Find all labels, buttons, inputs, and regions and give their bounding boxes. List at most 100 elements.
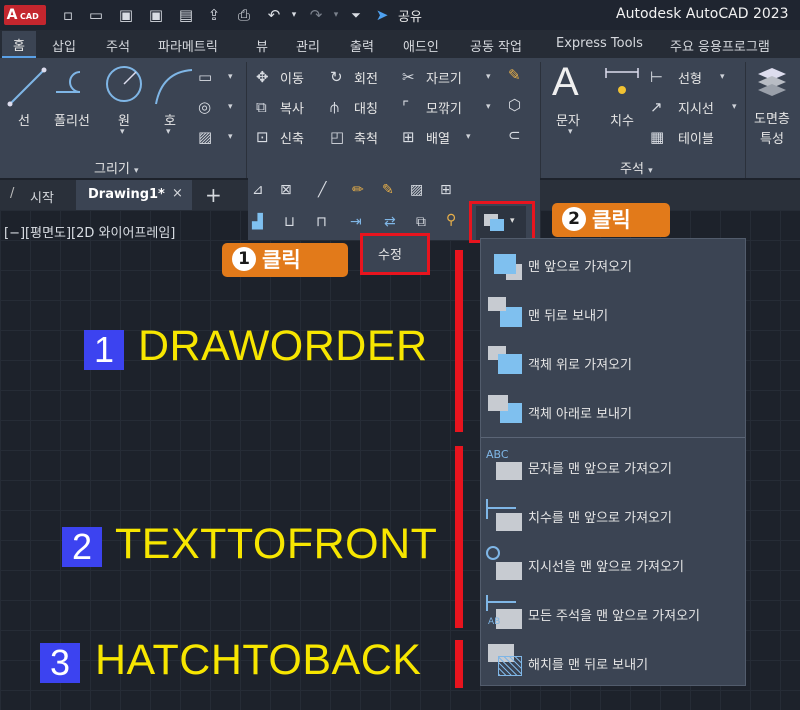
table-tool[interactable]: 테이블 <box>678 128 714 147</box>
set-to-bylayer-icon[interactable]: ⊓ <box>316 214 327 230</box>
text-dropdown-icon[interactable]: ▾ <box>568 127 573 137</box>
layer-properties-label-2[interactable]: 특성 <box>760 128 784 147</box>
menu-item-leader-to-front[interactable]: 지시선을 맨 앞으로 가져오기 <box>486 544 742 588</box>
align-icon[interactable]: ▟ <box>252 214 263 230</box>
trim-icon: ✂ <box>402 68 415 86</box>
chamfer-icon[interactable]: ▨ <box>410 182 423 198</box>
tab-home[interactable]: 홈 <box>2 31 36 58</box>
layer-properties-label-1[interactable]: 도면층 <box>754 108 790 127</box>
linear-tool[interactable]: 선형 <box>678 68 702 87</box>
join-icon[interactable]: ✎ <box>382 182 394 198</box>
overkill-icon[interactable]: ⇄ <box>384 214 396 230</box>
menu-item-text-to-front[interactable]: ABC 문자를 맨 앞으로 가져오기 <box>486 446 742 490</box>
rectangle-icon[interactable]: ▭ <box>198 68 212 86</box>
menu-item-hatch-to-back[interactable]: 해치를 맨 뒤로 보내기 <box>486 642 742 686</box>
tab-annotate[interactable]: 주석 <box>106 36 130 55</box>
menu-item-dim-to-front[interactable]: 치수를 맨 앞으로 가져오기 <box>486 495 742 539</box>
line-tool[interactable]: 선 <box>18 110 30 129</box>
ellipse-icon[interactable]: ◎ <box>198 98 211 116</box>
group-3-marker <box>455 640 463 688</box>
tab-output[interactable]: 출력 <box>350 36 374 55</box>
redo-icon[interactable]: ↷ <box>306 5 326 25</box>
stretch-tool[interactable]: 신축 <box>280 128 304 147</box>
open-web-icon[interactable]: ▤ <box>176 5 196 25</box>
fillet-icon: ⌜ <box>402 98 410 116</box>
app-logo[interactable]: A CAD <box>4 5 46 25</box>
plot-icon[interactable]: ⎙ <box>234 5 254 25</box>
dimension-tool[interactable]: 치수 <box>610 110 634 129</box>
lengthen-icon[interactable]: ╱ <box>318 182 326 198</box>
menu-icon[interactable]: / <box>10 186 14 201</box>
menu-item-bring-to-front[interactable]: 맨 앞으로 가져오기 <box>486 244 742 288</box>
scale-tool[interactable]: 축척 <box>354 128 378 147</box>
publish-icon[interactable]: ⇪ <box>204 5 224 25</box>
draworder-highlight <box>469 201 535 243</box>
delete-duplicates-icon[interactable]: ⚲ <box>446 212 456 228</box>
move-tool[interactable]: 이동 <box>280 68 304 87</box>
hatch-edit-icon[interactable]: ⊞ <box>440 182 452 198</box>
command-number-3: 3 <box>40 643 80 683</box>
break-at-point-icon[interactable]: ⊔ <box>284 214 295 230</box>
redo-dropdown-icon[interactable]: ▾ <box>326 5 346 25</box>
fillet-tool[interactable]: 모깎기 <box>426 98 462 117</box>
explode-icon[interactable]: ⬡ <box>508 96 521 114</box>
menu-item-annotations-to-front[interactable]: AB 모든 주석을 맨 앞으로 가져오기 <box>486 593 742 637</box>
save-icon[interactable]: ▣ <box>116 5 136 25</box>
polyline-tool[interactable]: 폴리선 <box>54 110 90 129</box>
trim-dropdown-icon[interactable]: ▾ <box>486 72 491 82</box>
tab-collaborate[interactable]: 공동 작업 <box>470 36 522 55</box>
hatch-icon[interactable]: ▨ <box>198 128 212 146</box>
command-number-1: 1 <box>84 330 124 370</box>
share-label[interactable]: 공유 <box>398 6 422 25</box>
tab-featured-apps[interactable]: 주요 응용프로그램 <box>670 36 770 55</box>
new-file-icon[interactable]: ▫ <box>58 5 78 25</box>
offset-icon[interactable]: ⊂ <box>508 126 521 144</box>
save-as-icon[interactable]: ▣ <box>146 5 166 25</box>
copy-nested-icon[interactable]: ⧉ <box>416 214 426 230</box>
array-tool[interactable]: 배열 <box>426 128 450 147</box>
tab-insert[interactable]: 삽입 <box>52 36 76 55</box>
ellipse-dropdown-icon[interactable]: ▾ <box>228 102 233 112</box>
menu-item-bring-above[interactable]: 객체 위로 가져오기 <box>486 342 742 386</box>
menu-item-send-under[interactable]: 객체 아래로 보내기 <box>486 391 742 435</box>
erase-icon[interactable]: ✎ <box>508 66 521 84</box>
viewport-controls[interactable]: [−][평면도][2D 와이어프레임] <box>4 222 175 241</box>
edit-spline-icon[interactable]: ⊠ <box>280 182 292 198</box>
close-icon[interactable]: × <box>172 186 183 201</box>
linear-dropdown-icon[interactable]: ▾ <box>720 72 725 82</box>
command-texttofront: TEXTTOFRONT <box>115 520 438 568</box>
rotate-tool[interactable]: 회전 <box>354 68 378 87</box>
tab-express-tools[interactable]: Express Tools <box>556 36 643 51</box>
reverse-icon[interactable]: ⇥ <box>350 214 362 230</box>
copy-tool[interactable]: 복사 <box>280 98 304 117</box>
edit-polyline-icon[interactable]: ⊿ <box>252 182 264 198</box>
undo-dropdown-icon[interactable]: ▾ <box>284 5 304 25</box>
array-dropdown-icon[interactable]: ▾ <box>466 132 471 142</box>
open-folder-icon[interactable]: ▭ <box>86 5 106 25</box>
hatch-dropdown-icon[interactable]: ▾ <box>228 132 233 142</box>
fillet-dropdown-icon[interactable]: ▾ <box>486 102 491 112</box>
draw-panel-title[interactable]: 그리기 ▾ <box>94 158 139 177</box>
mirror-tool[interactable]: 대칭 <box>354 98 378 117</box>
menu-item-send-to-back[interactable]: 맨 뒤로 보내기 <box>486 293 742 337</box>
circle-dropdown-icon[interactable]: ▾ <box>120 127 125 137</box>
leader-tool[interactable]: 지시선 <box>678 98 714 117</box>
rectangle-dropdown-icon[interactable]: ▾ <box>228 72 233 82</box>
add-tab-icon[interactable]: + <box>205 183 222 207</box>
tab-view[interactable]: 뷰 <box>256 36 268 55</box>
tab-addins[interactable]: 애드인 <box>403 36 439 55</box>
tab-manage[interactable]: 관리 <box>296 36 320 55</box>
undo-icon[interactable]: ↶ <box>264 5 284 25</box>
trim-tool[interactable]: 자르기 <box>426 68 462 87</box>
command-draworder: DRAWORDER <box>138 322 428 370</box>
send-under-icon <box>486 391 526 431</box>
customize-toolbar-icon[interactable]: ⏷ <box>346 5 366 25</box>
text-tool-icon[interactable]: A <box>552 60 579 105</box>
share-icon[interactable]: ➤ <box>372 5 392 25</box>
tab-parametric[interactable]: 파라메트릭 <box>158 36 218 55</box>
leader-dropdown-icon[interactable]: ▾ <box>732 102 737 112</box>
arc-dropdown-icon[interactable]: ▾ <box>166 127 171 137</box>
doc-tab-start[interactable]: 시작 <box>30 187 54 206</box>
annotation-panel-title[interactable]: 주석 ▾ <box>620 158 653 177</box>
break-icon[interactable]: ✏ <box>352 182 364 198</box>
